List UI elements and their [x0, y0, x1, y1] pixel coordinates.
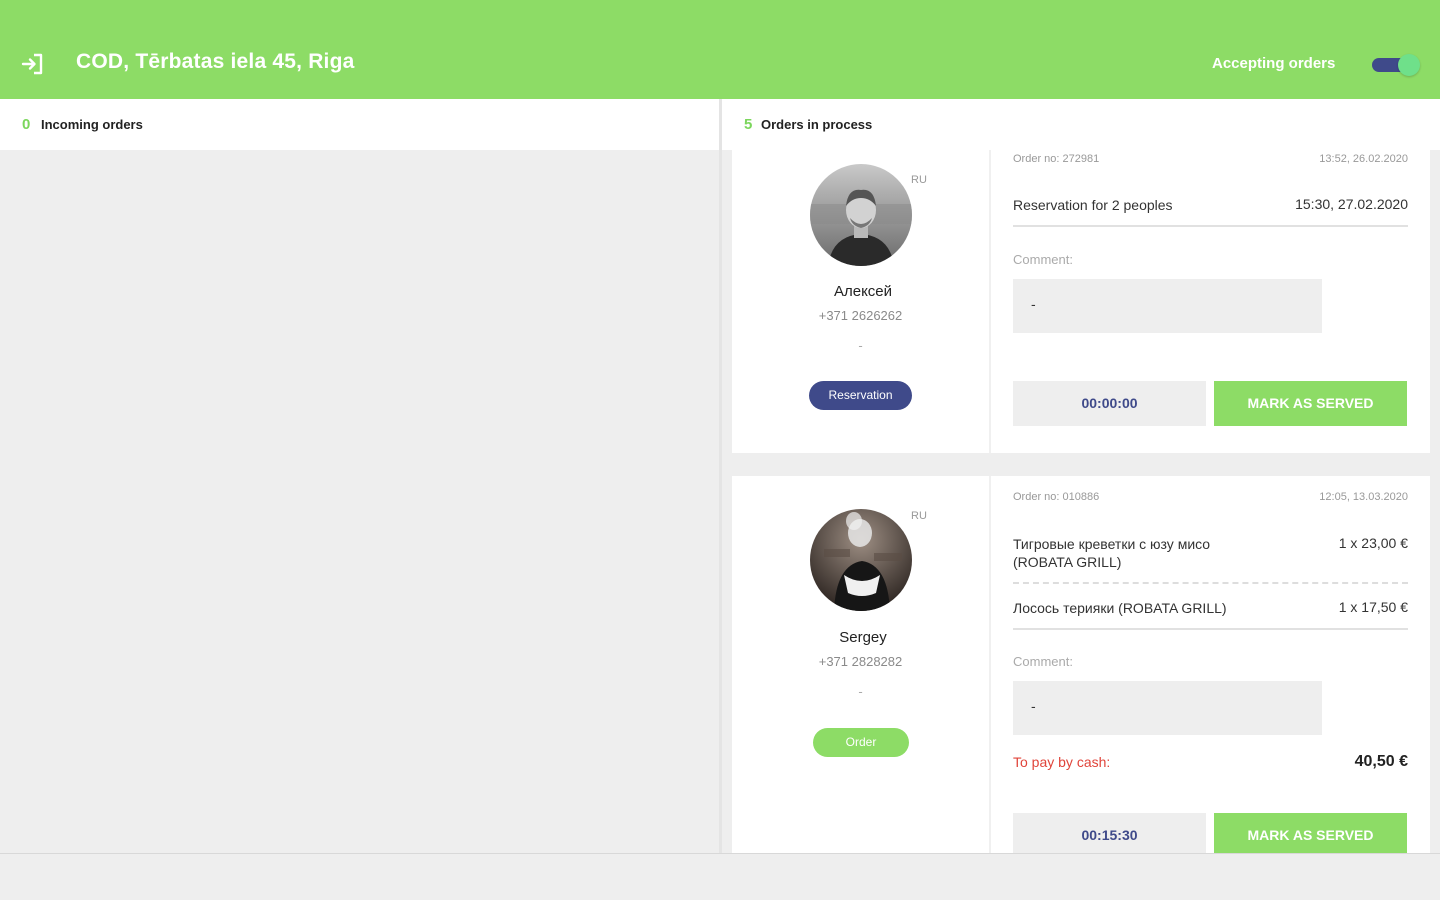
customer-name: Алексей — [833, 283, 893, 300]
customer-panel: RU Алексей +371 2626262 - Reservation — [732, 150, 989, 453]
order-details: Order no: 010886 12:05, 13.03.2020 Тигро… — [991, 476, 1430, 853]
orders-in-process-list[interactable]: RU Алексей +371 2626262 - Reservation Or… — [722, 150, 1440, 853]
order-card: RU Sergey +371 2828282 - Order Order no:… — [732, 476, 1430, 853]
customer-extra: - — [858, 684, 863, 699]
language-badge: RU — [911, 174, 927, 186]
avatar — [810, 509, 912, 611]
order-item-name: Reservation for 2 peoples — [1013, 197, 1173, 213]
order-total: 40,50 € — [1354, 753, 1408, 770]
toggle-knob — [1398, 54, 1420, 76]
reservation-datetime: 15:30, 27.02.2020 — [1295, 196, 1408, 212]
incoming-orders-title: Incoming orders — [41, 117, 143, 132]
incoming-orders-count: 0 — [22, 116, 31, 133]
customer-panel: RU Sergey +371 2828282 - Order — [732, 476, 989, 853]
order-item-price: 1 x 17,50 € — [1338, 599, 1408, 615]
order-item-price: 1 x 23,00 € — [1338, 535, 1408, 551]
bottom-divider — [0, 853, 1440, 854]
customer-extra: - — [858, 338, 863, 353]
order-number: Order no: 010886 — [1013, 491, 1100, 503]
items-divider — [1013, 628, 1408, 630]
order-timestamp: 13:52, 26.02.2020 — [1319, 153, 1408, 165]
mark-as-served-button[interactable]: MARK AS SERVED — [1214, 381, 1407, 426]
order-item-name: Лосось терияки (ROBATA GRILL) — [1013, 600, 1227, 616]
order-number: Order no: 272981 — [1013, 153, 1100, 165]
pay-by-cash-label: To pay by cash: — [1013, 754, 1111, 770]
order-card: RU Алексей +371 2626262 - Reservation Or… — [732, 150, 1430, 453]
comment-box: - — [1013, 279, 1322, 333]
items-dashed-divider — [1013, 582, 1408, 584]
avatar — [810, 164, 912, 266]
items-divider — [1013, 225, 1408, 227]
order-item-name: Тигровые креветки с юзу мисо (ROBATA GRI… — [1013, 536, 1211, 570]
top-bar: COD, Tērbatas iela 45, Riga Accepting or… — [0, 0, 1440, 99]
order-details: Order no: 272981 13:52, 26.02.2020 Reser… — [991, 150, 1430, 453]
comment-label: Comment: — [1013, 252, 1073, 267]
accepting-orders-label: Accepting orders — [1212, 55, 1336, 72]
order-timer: 00:00:00 — [1013, 381, 1206, 426]
order-timer: 00:15:30 — [1013, 813, 1206, 853]
accepting-orders-toggle[interactable] — [1372, 54, 1420, 76]
order-type-badge[interactable]: Order — [813, 728, 909, 757]
comment-box: - — [1013, 681, 1322, 735]
orders-in-process-title: Orders in process — [761, 117, 873, 132]
mark-as-served-button[interactable]: MARK AS SERVED — [1214, 813, 1407, 853]
order-timestamp: 12:05, 13.03.2020 — [1319, 491, 1408, 503]
customer-phone: +371 2626262 — [818, 308, 903, 323]
orders-in-process-header: 5 Orders in process — [722, 99, 1440, 150]
customer-name: Sergey — [839, 629, 887, 646]
customer-phone: +371 2828282 — [818, 654, 903, 669]
venue-title: COD, Tērbatas iela 45, Riga — [76, 50, 355, 73]
comment-label: Comment: — [1013, 654, 1073, 669]
orders-in-process-count: 5 — [744, 116, 753, 133]
incoming-orders-header: 0 Incoming orders — [0, 99, 720, 150]
language-badge: RU — [911, 510, 927, 522]
reservation-badge[interactable]: Reservation — [809, 381, 912, 410]
exit-icon[interactable] — [20, 52, 44, 76]
